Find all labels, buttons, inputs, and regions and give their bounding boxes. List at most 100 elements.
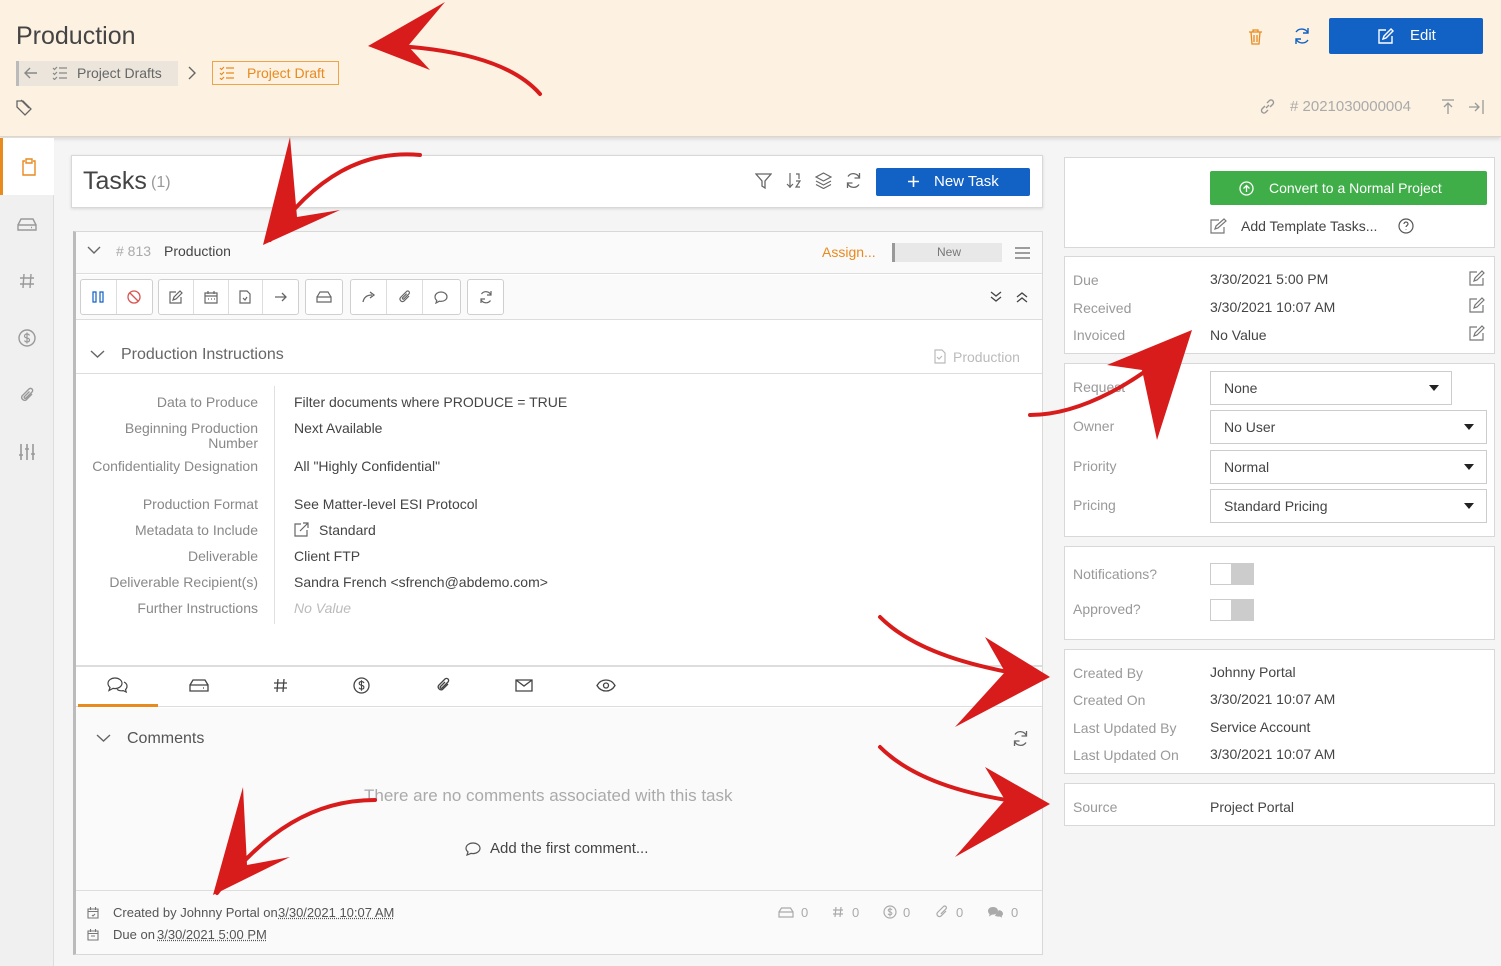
hash-tab-icon[interactable] — [273, 678, 288, 693]
forward-button[interactable] — [263, 280, 298, 314]
breadcrumb-back[interactable]: Project Drafts — [16, 61, 178, 86]
edit-icon[interactable] — [1469, 297, 1485, 313]
notes-count: 0 — [801, 905, 809, 920]
field-value[interactable]: Standard — [319, 522, 376, 538]
task-status-label: New — [937, 245, 962, 259]
notifications-toggle[interactable] — [1210, 563, 1254, 585]
refresh-icon[interactable] — [845, 172, 862, 189]
audit-label: Created By — [1073, 665, 1144, 681]
owner-select[interactable]: No User — [1210, 410, 1487, 444]
task-status-badge[interactable]: New — [892, 243, 1002, 262]
field-value: All "Highly Confidential" — [294, 458, 441, 474]
request-select-value: None — [1224, 380, 1258, 396]
date-label: Invoiced — [1073, 327, 1126, 343]
edit-task-button[interactable] — [159, 280, 194, 314]
priority-select[interactable]: Normal — [1210, 450, 1487, 484]
field-label: Data to Produce — [156, 394, 258, 410]
template-icon — [1210, 218, 1227, 234]
hash-icon — [833, 906, 843, 918]
edit-icon — [1378, 28, 1394, 44]
tags-icon[interactable] — [16, 99, 35, 116]
chevron-down-icon[interactable] — [90, 350, 105, 359]
toggle-label: Notifications? — [1073, 566, 1158, 582]
exit-icon[interactable] — [1468, 99, 1484, 115]
document-icon — [934, 349, 946, 364]
edit-button[interactable]: Edit — [1329, 18, 1483, 54]
cancel-button[interactable] — [117, 280, 153, 314]
calendar-button[interactable] — [194, 280, 229, 314]
task-footer — [76, 890, 1042, 954]
filter-icon[interactable] — [755, 173, 772, 189]
email-tab-icon[interactable] — [515, 679, 533, 692]
arrow-left-icon — [24, 67, 37, 79]
field-value: Next Available — [294, 420, 383, 436]
priority-select-value: Normal — [1224, 459, 1270, 475]
link-icon[interactable] — [1259, 98, 1276, 115]
dollar-tab-icon[interactable] — [353, 677, 370, 694]
comment-button[interactable] — [423, 280, 459, 314]
task-name: Production — [164, 243, 231, 259]
nav-billing[interactable] — [0, 309, 54, 366]
toolbar-refresh-button[interactable] — [468, 280, 503, 314]
eye-tab-icon[interactable] — [596, 679, 616, 692]
expand-all-icon[interactable] — [990, 291, 1002, 303]
audit-value: 3/30/2021 10:07 AM — [1210, 691, 1336, 707]
pricing-select[interactable]: Standard Pricing — [1210, 489, 1487, 523]
storage-button[interactable] — [306, 280, 342, 314]
add-template-tasks-link[interactable]: Add Template Tasks... — [1241, 218, 1377, 234]
due-on-date: 3/30/2021 5:00 PM — [157, 927, 267, 942]
refresh-icon — [479, 291, 492, 304]
attach-button[interactable] — [387, 280, 423, 314]
collapse-all-icon[interactable] — [1016, 291, 1028, 303]
pause-button[interactable] — [81, 280, 117, 314]
document-button[interactable] — [229, 280, 264, 314]
move-up-icon[interactable] — [1441, 99, 1455, 115]
nav-tasks[interactable] — [0, 138, 54, 195]
field-label: Confidentiality Designation — [92, 458, 258, 474]
pricing-select-value: Standard Pricing — [1224, 498, 1328, 514]
drive-tab-icon[interactable] — [189, 679, 209, 692]
drive-icon — [316, 291, 332, 303]
nav-storage[interactable] — [0, 195, 54, 252]
sort-icon[interactable] — [786, 172, 802, 189]
pause-icon — [92, 291, 104, 303]
share-button[interactable] — [351, 280, 387, 314]
source-label: Source — [1073, 799, 1118, 815]
hash-count: 0 — [852, 905, 860, 920]
edit-icon[interactable] — [1469, 270, 1485, 286]
source-value: Project Portal — [1210, 799, 1295, 815]
attachment-tab-icon[interactable] — [436, 677, 451, 694]
chevron-down-icon[interactable] — [87, 246, 101, 255]
approved-toggle[interactable] — [1210, 599, 1254, 621]
comments-icon — [988, 907, 1003, 918]
nav-numbers[interactable] — [0, 252, 54, 309]
layers-icon[interactable] — [815, 172, 832, 189]
add-comment-link[interactable]: Add the first comment... — [490, 840, 648, 857]
audit-value: Service Account — [1210, 719, 1311, 735]
date-label: Received — [1073, 300, 1132, 316]
nav-attachments[interactable] — [0, 366, 54, 423]
refresh-icon[interactable] — [1012, 730, 1029, 747]
help-icon[interactable] — [1398, 218, 1414, 234]
assign-link[interactable]: Assign... — [822, 244, 876, 260]
convert-project-button[interactable]: Convert to a Normal Project — [1210, 171, 1487, 205]
audit-label: Created On — [1073, 692, 1146, 708]
external-link-icon[interactable] — [294, 522, 309, 537]
comments-tab-icon[interactable] — [107, 677, 128, 694]
request-select[interactable]: None — [1210, 371, 1452, 405]
chevron-down-icon[interactable] — [96, 734, 111, 743]
new-task-button[interactable]: New Task — [876, 168, 1030, 196]
toolbar-group-actions — [350, 279, 461, 315]
paperclip-icon — [398, 290, 410, 303]
audit-value: 3/30/2021 10:07 AM — [1210, 746, 1336, 762]
record-id: # 2021030000004 — [1290, 98, 1411, 115]
task-tab-strip — [76, 665, 1042, 707]
trash-icon[interactable] — [1248, 28, 1263, 45]
created-by-text: Created by Johnny Portal on — [113, 905, 278, 920]
caret-down-icon — [1464, 424, 1474, 430]
paperclip-icon — [936, 905, 947, 918]
nav-settings[interactable] — [0, 423, 54, 480]
refresh-icon[interactable] — [1293, 27, 1311, 45]
hamburger-menu-icon[interactable] — [1015, 247, 1030, 259]
edit-icon[interactable] — [1469, 325, 1485, 341]
